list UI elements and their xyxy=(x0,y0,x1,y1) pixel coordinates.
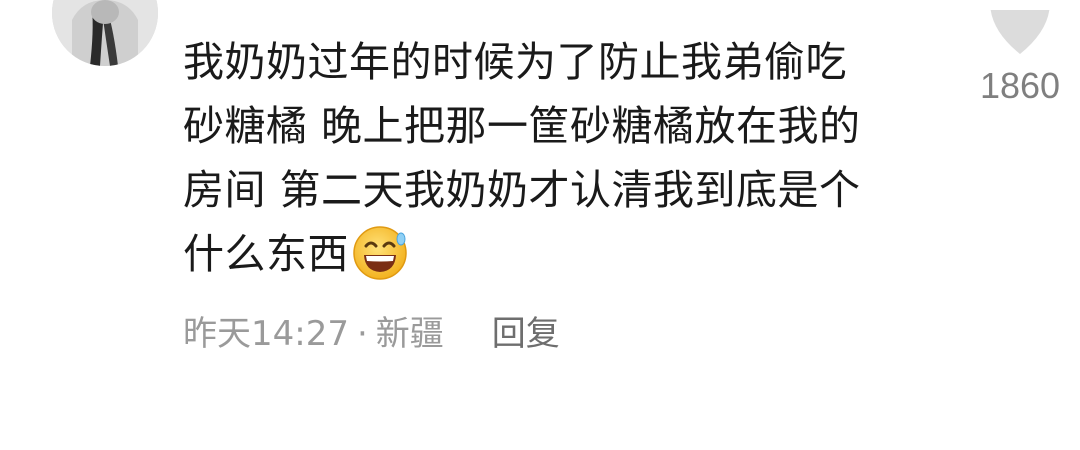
comment-item: 我奶奶过年的时候为了防止我弟偷吃 砂糖橘 晚上把那一筐砂糖橘放在我的 房间 第二… xyxy=(0,0,1080,450)
comment-meta: 昨天14:27 · 新疆 回复 xyxy=(183,310,560,358)
comment-text-line: 房间 第二天我奶奶才认清我到底是个 xyxy=(183,166,861,214)
reply-button[interactable]: 回复 xyxy=(492,314,560,354)
comment-location: 新疆 xyxy=(375,314,444,354)
comment-text-line-last: 什么东西 xyxy=(183,222,963,286)
heart-icon xyxy=(990,10,1050,54)
comment-text-line: 砂糖橘 晚上把那一筐砂糖橘放在我的 xyxy=(183,102,861,150)
comment-text-line: 什么东西 xyxy=(183,230,349,278)
avatar[interactable] xyxy=(52,0,158,66)
comment-text-line: 我奶奶过年的时候为了防止我弟偷吃 xyxy=(183,38,847,86)
comment-time: 昨天14:27 xyxy=(183,314,349,354)
grinning-sweat-emoji-icon xyxy=(351,224,409,282)
avatar-image xyxy=(52,0,158,66)
comment-body: 我奶奶过年的时候为了防止我弟偷吃 砂糖橘 晚上把那一筐砂糖橘放在我的 房间 第二… xyxy=(183,30,963,286)
meta-separator: · xyxy=(356,314,368,354)
like-count: 1860 xyxy=(979,65,1061,106)
like-button[interactable]: 1860 xyxy=(975,0,1065,120)
